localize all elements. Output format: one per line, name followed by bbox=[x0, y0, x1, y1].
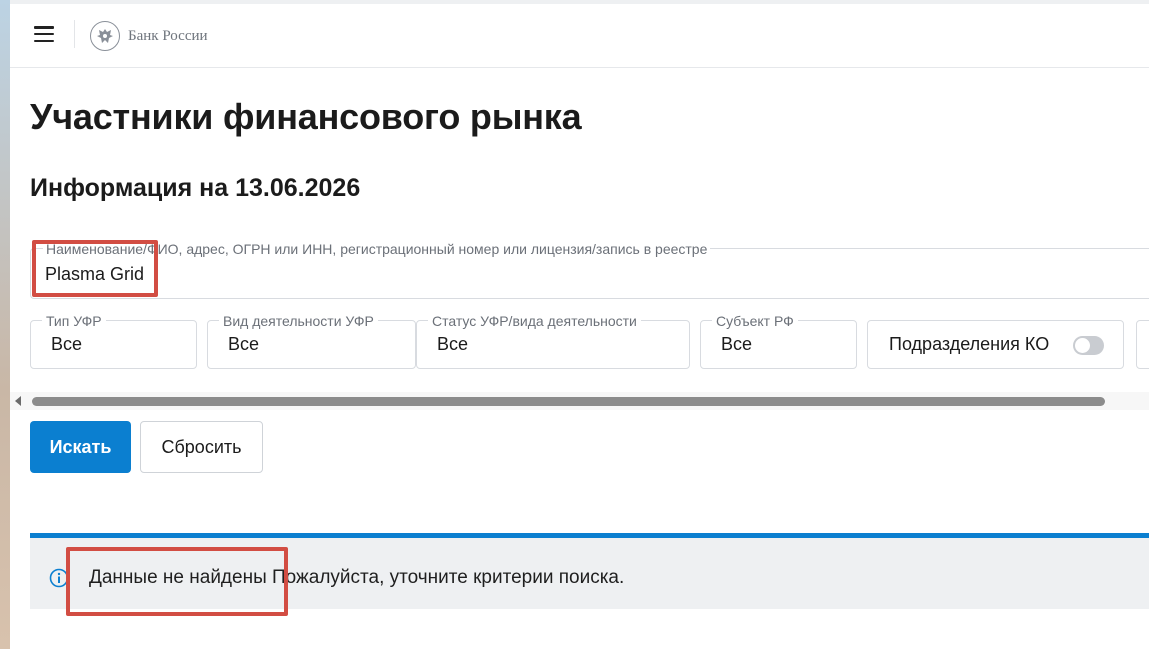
search-field[interactable]: Наименование/ФИО, адрес, ОГРН или ИНН, р… bbox=[30, 241, 1149, 299]
search-button[interactable]: Искать bbox=[30, 421, 131, 473]
filter-label: Субъект РФ bbox=[712, 313, 798, 329]
filter-value: Все bbox=[51, 334, 83, 354]
search-label: Наименование/ФИО, адрес, ОГРН или ИНН, р… bbox=[43, 241, 711, 257]
filter-value: Все bbox=[721, 334, 753, 354]
bank-logo[interactable]: Банк России bbox=[90, 20, 208, 52]
alert-message: Пожалуйста, уточните критерии поиска. bbox=[266, 567, 625, 588]
alert-text: Данные не найдены Пожалуйста, уточните к… bbox=[89, 567, 624, 589]
filter-label: Тип УФР bbox=[42, 313, 106, 329]
scrollbar-thumb[interactable] bbox=[32, 397, 1105, 406]
filter-type-ufr[interactable]: Тип УФР Все bbox=[30, 313, 197, 369]
header-divider bbox=[74, 20, 75, 48]
page: Банк России Участники финансового рынка … bbox=[10, 0, 1149, 649]
site-header: Банк России bbox=[10, 4, 1149, 68]
filter-label: Статус УФР/вида деятельности bbox=[428, 313, 641, 329]
page-subtitle: Информация на 13.06.2026 bbox=[30, 174, 361, 202]
filter-activity-type[interactable]: Вид деятельности УФР Все bbox=[207, 313, 416, 369]
reset-button[interactable]: Сбросить bbox=[140, 421, 263, 473]
filter-label: Вид деятельности УФР bbox=[219, 313, 378, 329]
scroll-left-arrow-icon[interactable] bbox=[15, 396, 21, 406]
filter-next-partial[interactable] bbox=[1136, 320, 1149, 369]
search-input[interactable] bbox=[45, 261, 945, 287]
filter-status[interactable]: Статус УФР/вида деятельности Все bbox=[416, 313, 690, 369]
info-icon bbox=[49, 568, 69, 588]
logo-text: Банк России bbox=[128, 27, 208, 44]
toggle-knob bbox=[1075, 338, 1090, 353]
toggle-label: Подразделения КО bbox=[889, 334, 1050, 354]
filter-value: Все bbox=[437, 334, 469, 354]
horizontal-scrollbar[interactable] bbox=[10, 392, 1149, 410]
ko-divisions-toggle[interactable] bbox=[1073, 336, 1104, 355]
filter-region[interactable]: Субъект РФ Все bbox=[700, 313, 857, 369]
page-title: Участники финансового рынка bbox=[30, 96, 582, 137]
hamburger-menu-icon[interactable] bbox=[34, 26, 54, 43]
filter-value: Все bbox=[228, 334, 260, 354]
filter-ko-divisions: Подразделения КО bbox=[867, 320, 1124, 369]
window-edge bbox=[0, 0, 10, 649]
info-alert: Данные не найдены Пожалуйста, уточните к… bbox=[30, 533, 1149, 609]
eagle-emblem-icon bbox=[90, 21, 120, 51]
alert-title: Данные не найдены bbox=[89, 567, 267, 588]
